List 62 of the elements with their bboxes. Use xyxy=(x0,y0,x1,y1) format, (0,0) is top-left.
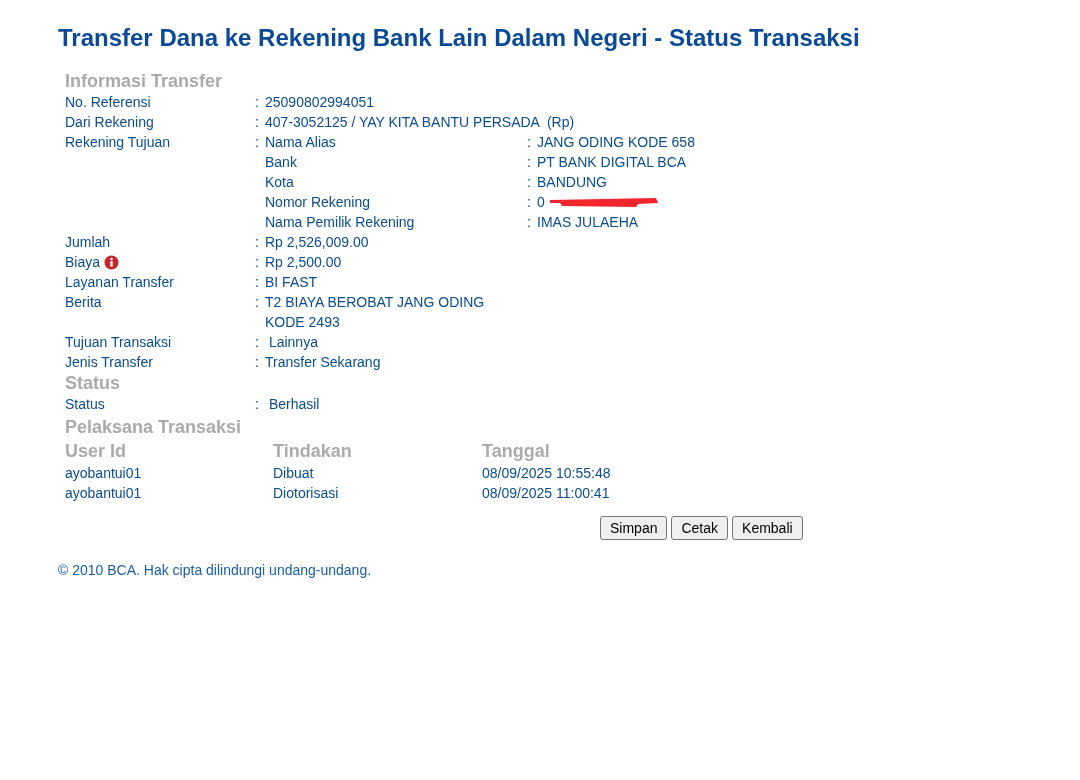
table-cell-text: ayobantui01 xyxy=(65,464,143,483)
colon: : xyxy=(255,395,260,414)
field-value: 25090802994051 xyxy=(265,93,374,112)
table-cell-text: Diotorisasi xyxy=(273,484,340,503)
table-cell-text: Dibuat xyxy=(273,464,315,483)
field-value: 0 xyxy=(537,194,545,210)
field-label: Nama Alias xyxy=(265,133,337,152)
column-header: Tindakan xyxy=(273,440,353,463)
field-label: Status xyxy=(65,395,105,414)
colon: : xyxy=(255,353,260,372)
column-header: User Id xyxy=(65,440,128,463)
field-value: Lainnya xyxy=(267,333,318,352)
field-label: Tujuan Transaksi xyxy=(65,333,172,352)
field-value: T2 BIAYA BEROBAT JANG ODING xyxy=(265,293,485,312)
field-label: Nama Pemilik Rekening xyxy=(265,213,416,232)
field-label: Kota xyxy=(265,173,295,192)
table-cell-text: 08/09/2025 10:55:48 xyxy=(482,464,612,483)
colon: : xyxy=(255,333,260,352)
colon: : xyxy=(527,133,532,152)
colon: : xyxy=(255,273,260,292)
field-value: KODE 2493 xyxy=(265,313,341,332)
colon: : xyxy=(255,253,260,272)
field-value: Transfer Sekarang xyxy=(265,353,381,372)
colon: : xyxy=(255,93,260,112)
field-value: BANDUNG xyxy=(537,174,607,190)
field-label: No. Referensi xyxy=(65,93,151,112)
action-button[interactable]: Cetak xyxy=(671,516,729,540)
field-value: 407-3052125 / YAY KITA BANTU PERSADA (Rp) xyxy=(265,113,575,132)
colon: : xyxy=(255,293,260,312)
section-heading: Status xyxy=(65,372,121,394)
field-label: Bank xyxy=(265,153,298,172)
field-value: JANG ODING KODE 658 xyxy=(537,134,695,150)
field-label: Nomor Rekening xyxy=(265,193,372,212)
field-value: Berhasil xyxy=(267,395,320,414)
field-label: Berita xyxy=(65,293,102,312)
field-label: Jenis Transfer xyxy=(65,353,153,372)
field-label: Layanan Transfer xyxy=(65,273,174,292)
colon: : xyxy=(255,133,260,152)
colon: : xyxy=(527,193,532,212)
page-title: Transfer Dana ke Rekening Bank Lain Dalam Negeri - Status Transaksi xyxy=(58,24,861,52)
field-value: Rp 2,526,009.00 xyxy=(265,233,369,252)
field-value: Rp 2,500.00 xyxy=(265,253,342,272)
colon: : xyxy=(527,173,532,192)
colon: : xyxy=(255,113,260,132)
section-heading: Informasi Transfer xyxy=(65,70,224,92)
field-value: PT BANK DIGITAL BCA xyxy=(537,154,687,170)
copyright-text: © 2010 BCA. Hak cipta dilindungi undang-undang. xyxy=(57,561,373,580)
colon: : xyxy=(255,233,260,252)
field-label: Jumlah xyxy=(65,233,111,252)
field-label: Rekening Tujuan xyxy=(65,133,171,152)
action-button[interactable]: Simpan xyxy=(600,516,668,540)
column-header: Tanggal xyxy=(482,440,551,463)
field-value: BI FAST xyxy=(265,273,318,292)
field-value: IMAS JULAEHA xyxy=(537,214,639,230)
colon: : xyxy=(527,213,532,232)
field-label: Dari Rekening xyxy=(65,113,154,132)
table-cell-text: ayobantui01 xyxy=(65,484,143,503)
field-label: Biaya xyxy=(65,253,101,272)
action-button[interactable]: Kembali xyxy=(732,516,803,540)
table-cell-text: 08/09/2025 11:00:41 xyxy=(482,484,611,503)
section-heading: Pelaksana Transaksi xyxy=(65,416,243,439)
colon: : xyxy=(527,153,532,172)
